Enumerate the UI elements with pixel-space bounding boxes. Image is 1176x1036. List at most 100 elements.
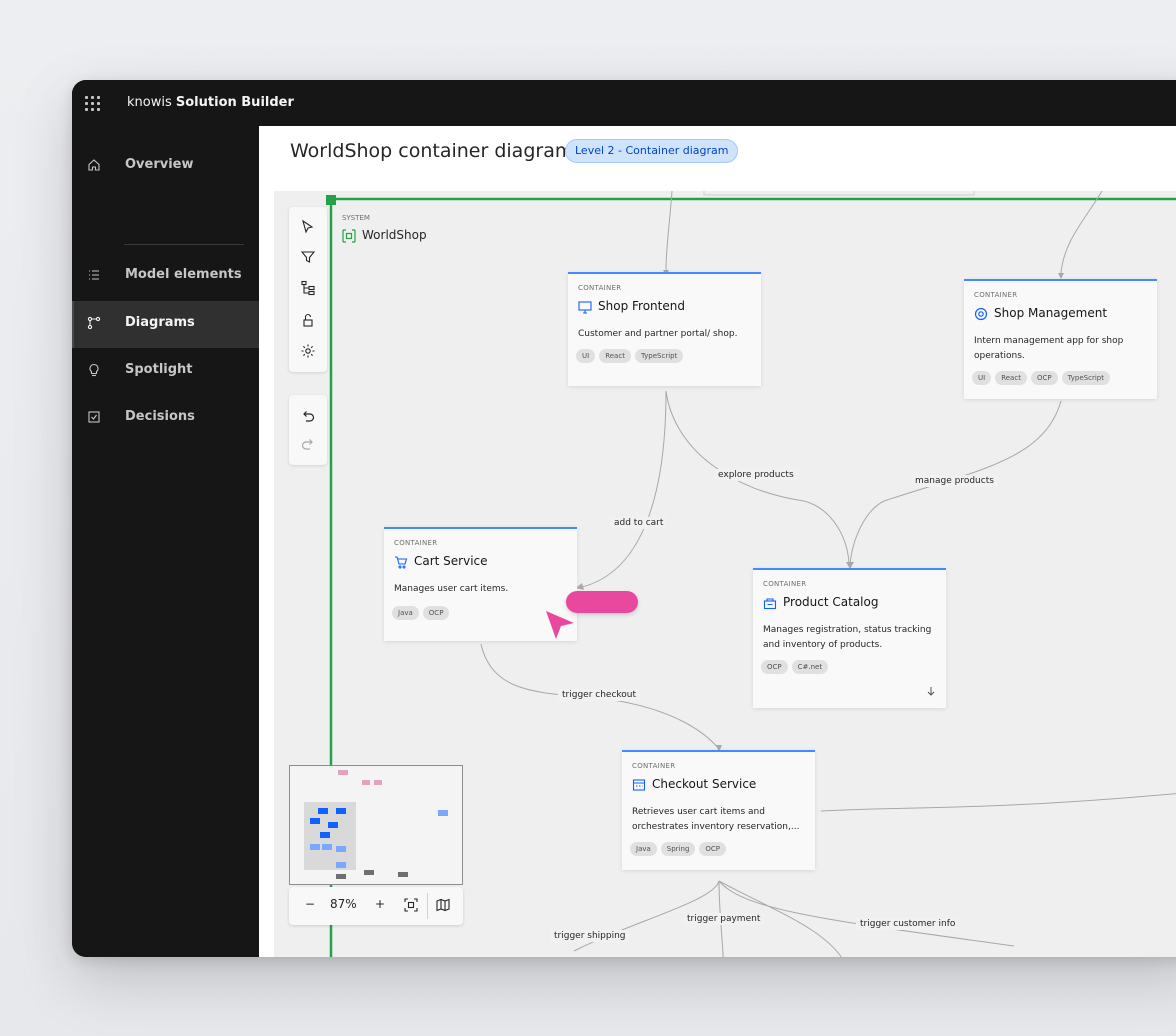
checkbox-icon [88, 411, 100, 423]
container-description: Intern management app for shop operation… [974, 336, 1124, 361]
sidebar-item-label: Overview [125, 157, 194, 172]
zoom-in-button[interactable]: + [375, 897, 385, 911]
sidebar-divider [124, 244, 244, 245]
minimap[interactable] [289, 765, 463, 885]
tech-tag: UI [972, 371, 992, 385]
tech-tag: OCP [761, 660, 788, 674]
edge-label-trigger-payment[interactable]: trigger payment [683, 913, 765, 925]
settings-gear-icon[interactable] [300, 343, 316, 359]
container-kind-label: CONTAINER [394, 539, 438, 547]
undo-icon[interactable] [300, 408, 316, 424]
cart-icon [395, 556, 408, 569]
checkout-icon [632, 779, 646, 791]
container-product-catalog[interactable]: CONTAINER Product Catalog Manages regist… [753, 568, 946, 708]
canvas-toolbar [289, 207, 327, 372]
zoom-level: 87% [330, 897, 357, 911]
container-tags: Java OCP [392, 606, 450, 620]
edge-label-add-to-cart[interactable]: add to cart [610, 517, 668, 529]
tech-tag: UI [576, 349, 596, 363]
system-icon [342, 229, 356, 243]
brand-title: knowis Solution Builder [127, 95, 294, 110]
zoom-divider [427, 893, 428, 919]
tech-tag: Spring [660, 842, 696, 856]
system-handle [326, 195, 336, 205]
edge-label-trigger-shipping[interactable]: trigger shipping [550, 930, 630, 942]
container-tags: Java Spring OCP [630, 842, 727, 856]
container-tags: UI React OCP TypeScript [972, 371, 1110, 385]
fit-to-screen-icon[interactable] [404, 898, 418, 912]
level-badge: Level 2 - Container diagram [565, 139, 739, 163]
container-shop-management[interactable]: CONTAINER Shop Management Intern managem… [964, 279, 1157, 399]
management-app-icon [974, 307, 988, 321]
tech-tag: TypeScript [1061, 371, 1110, 385]
diagram-icon [87, 316, 101, 330]
app-switcher-icon[interactable] [85, 96, 101, 112]
sidebar-item-model-elements[interactable]: Model elements [72, 253, 259, 300]
zoom-controls: − 87% + [289, 887, 463, 925]
pointer-cursor-icon [546, 611, 574, 639]
tech-tag: Java [630, 842, 657, 856]
history-toolbar [289, 395, 327, 465]
brand-prefix: knowis [127, 95, 172, 110]
redo-icon[interactable] [300, 436, 316, 452]
container-kind-label: CONTAINER [578, 284, 622, 292]
container-name: Product Catalog [783, 595, 879, 609]
tech-tag: OCP [422, 606, 450, 620]
container-kind-label: CONTAINER [632, 762, 676, 770]
system-name: WorldShop [362, 228, 427, 242]
hierarchy-icon[interactable] [300, 280, 316, 296]
tech-tag: Java [392, 606, 419, 620]
home-icon [88, 159, 100, 171]
sidebar-item-label: Spotlight [125, 362, 193, 377]
container-name: Shop Frontend [598, 299, 685, 313]
tech-tag: React [599, 349, 631, 363]
sidebar: Overview Model elements Diagrams Spotlig… [72, 126, 259, 957]
container-kind-label: CONTAINER [974, 291, 1018, 299]
sidebar-item-spotlight[interactable]: Spotlight [72, 348, 259, 395]
system-kind-label: SYSTEM [342, 214, 370, 222]
container-kind-label: CONTAINER [763, 580, 807, 588]
container-name: Cart Service [414, 554, 488, 568]
tech-tag: React [995, 371, 1027, 385]
edge-label-trigger-checkout[interactable]: trigger checkout [558, 689, 641, 701]
edge-label-manage-products[interactable]: manage products [911, 475, 998, 487]
container-tags: OCP C#.net [761, 660, 829, 674]
minimap-toggle-icon[interactable] [436, 898, 450, 912]
tech-tag: OCP [1030, 371, 1058, 385]
container-description: Manages registration, status tracking an… [763, 625, 932, 650]
sidebar-item-decisions[interactable]: Decisions [72, 395, 259, 442]
tech-tag: C#.net [791, 660, 829, 674]
container-name: Shop Management [994, 306, 1108, 320]
sidebar-item-label: Decisions [125, 409, 195, 424]
container-description: Customer and partner portal/ shop. [578, 329, 738, 339]
top-bar: knowis Solution Builder [72, 80, 1176, 126]
brand-name: Solution Builder [175, 95, 294, 110]
container-shop-frontend[interactable]: CONTAINER Shop Frontend Customer and par… [568, 272, 761, 386]
arrow-down-icon[interactable] [926, 686, 936, 696]
app-window: knowis Solution Builder Overview Model e… [72, 80, 1176, 957]
catalog-icon [763, 598, 777, 610]
diagram-canvas[interactable]: SYSTEM WorldShop CONTAINER Shop Frontend [274, 191, 1176, 957]
unlock-icon[interactable] [300, 312, 316, 328]
minimap-preview [304, 770, 448, 879]
lightbulb-icon [89, 363, 99, 377]
edge-label-trigger-customer-info[interactable]: trigger customer info [856, 918, 960, 930]
tech-tag: TypeScript [634, 349, 684, 363]
page-title: WorldShop container diagram [290, 140, 574, 162]
sidebar-item-overview[interactable]: Overview [72, 143, 259, 190]
filter-icon[interactable] [300, 249, 316, 265]
sidebar-item-diagrams[interactable]: Diagrams [72, 301, 259, 348]
container-checkout-service[interactable]: CONTAINER Checkout Service Retrieves use… [622, 750, 815, 870]
container-name: Checkout Service [652, 777, 757, 791]
sidebar-item-label: Model elements [125, 267, 242, 282]
sidebar-item-label: Diagrams [125, 315, 195, 330]
container-tags: UI React TypeScript [576, 349, 684, 363]
list-icon [89, 270, 99, 280]
desktop-icon [578, 301, 592, 314]
main-panel: WorldShop container diagram Level 2 - Co… [259, 126, 1176, 957]
container-description: Retrieves user cart items and orchestrat… [632, 807, 800, 832]
select-pointer-icon[interactable] [300, 219, 316, 235]
zoom-out-button[interactable]: − [305, 897, 315, 911]
container-description: Manages user cart items. [394, 584, 509, 594]
edge-label-explore-products[interactable]: explore products [714, 469, 798, 481]
